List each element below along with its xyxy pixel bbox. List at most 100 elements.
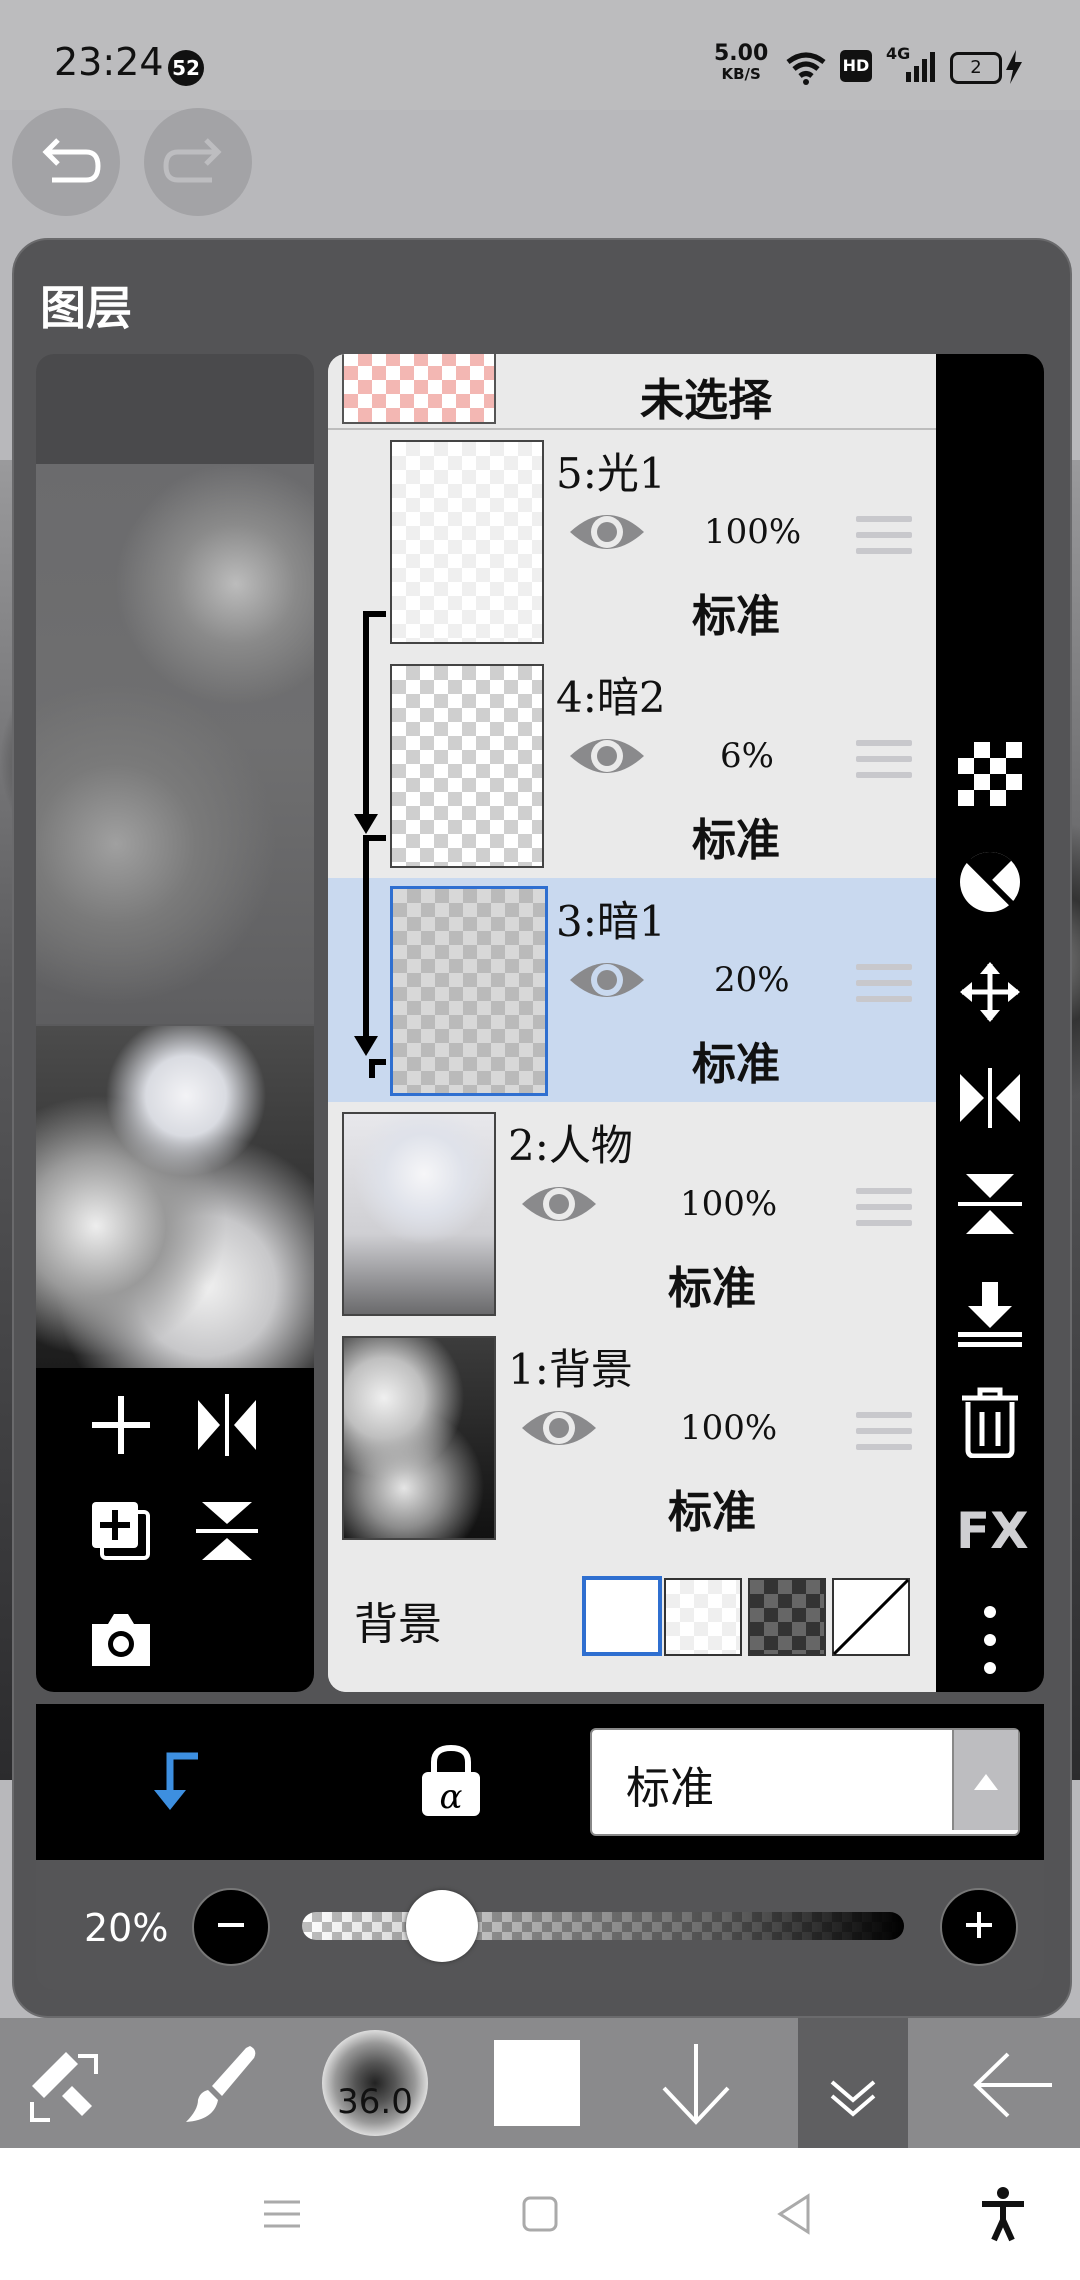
drag-handle-icon[interactable] <box>856 1412 912 1460</box>
duplicate-layer-icon[interactable] <box>86 1496 156 1566</box>
layer-opacity: 100% <box>680 1184 778 1224</box>
clipping-arrows <box>354 611 386 1078</box>
svg-text:α: α <box>440 1777 463 1817</box>
clipping-toggle-icon[interactable] <box>140 1746 210 1816</box>
layer-blend-mode: 标准 <box>692 815 780 866</box>
layer-thumbnail <box>342 1112 496 1316</box>
layer-list[interactable]: 未选择 5:光1 100% 标准 4:暗2 6% 标准 3:暗1 20% 标准 … <box>328 354 936 1692</box>
layer-blend-mode: 标准 <box>668 1487 756 1538</box>
color-swatch-button[interactable] <box>494 2040 580 2126</box>
background-label: 背景 <box>354 1599 442 1650</box>
panel-title: 图层 <box>40 281 132 335</box>
blend-mode-value: 标准 <box>626 1763 714 1814</box>
blend-mode-dropdown-button[interactable] <box>952 1730 1018 1830</box>
drag-handle-icon[interactable] <box>856 964 912 1012</box>
layer-row[interactable]: 1:背景 100% 标准 <box>328 1326 936 1552</box>
accessibility-icon[interactable] <box>978 2186 1028 2242</box>
background-white-swatch[interactable] <box>582 1576 662 1656</box>
transparency-lock-icon[interactable] <box>956 740 1024 808</box>
more-options-icon[interactable] <box>956 1604 1024 1676</box>
opacity-slider-thumb[interactable] <box>406 1890 479 1962</box>
layer-row-selected[interactable]: 3:暗1 20% 标准 <box>328 878 936 1104</box>
visibility-eye-icon[interactable] <box>566 952 648 1008</box>
add-layer-icon[interactable] <box>86 1390 156 1460</box>
background-dark-swatch[interactable] <box>748 1578 826 1656</box>
background-transparent-swatch[interactable] <box>664 1578 742 1656</box>
layer-name: 未选择 <box>640 375 772 426</box>
drag-handle-icon[interactable] <box>856 1188 912 1236</box>
status-time: 23:24 <box>54 40 164 84</box>
layers-button[interactable] <box>798 2018 908 2148</box>
camera-icon[interactable] <box>86 1604 156 1674</box>
layer-name: 4:暗2 <box>556 673 666 722</box>
menu-icon[interactable] <box>262 2194 302 2234</box>
visibility-eye-icon[interactable] <box>566 728 648 784</box>
preview-layer-image <box>36 464 314 1024</box>
redo-button[interactable] <box>144 108 252 216</box>
flip-horizontal-icon[interactable] <box>192 1390 262 1460</box>
opacity-decrease-button[interactable] <box>192 1888 270 1966</box>
layer-row[interactable]: 4:暗2 6% 标准 <box>328 654 936 880</box>
flip-vertical-icon[interactable] <box>956 1170 1024 1238</box>
layer-row-unselected[interactable]: 未选择 <box>328 354 936 430</box>
triangle-up-icon <box>974 1774 998 1790</box>
drag-handle-icon[interactable] <box>856 516 912 564</box>
brush-tool-icon[interactable] <box>178 2040 268 2130</box>
layer-opacity: 100% <box>704 512 802 552</box>
visibility-eye-icon[interactable] <box>566 504 648 560</box>
layer-thumbnail <box>390 440 544 644</box>
opacity-increase-button[interactable] <box>940 1888 1018 1966</box>
network-speed-value: 5.00 <box>714 41 769 66</box>
visibility-eye-icon[interactable] <box>518 1400 600 1456</box>
minus-icon <box>218 1923 244 1927</box>
delete-layer-icon[interactable] <box>956 1386 1024 1458</box>
network-speed: 5.00 KB/S <box>714 41 769 84</box>
back-icon[interactable] <box>774 2192 814 2236</box>
layer-row[interactable]: 5:光1 100% 标准 <box>328 430 936 656</box>
preview-header <box>36 354 314 464</box>
layer-name: 1:背景 <box>508 1345 633 1394</box>
background-none-swatch[interactable] <box>832 1578 910 1656</box>
merge-down-icon[interactable] <box>956 1280 1024 1348</box>
layer-actions <box>36 1368 314 1692</box>
layer-name: 3:暗1 <box>556 897 666 946</box>
layer-thumbnail <box>342 354 496 424</box>
hd-icon: HD <box>840 50 872 82</box>
background-row: 背景 <box>328 1550 936 1692</box>
undo-button[interactable] <box>12 108 120 216</box>
home-icon[interactable] <box>520 2194 560 2234</box>
layer-blend-mode: 标准 <box>692 1039 780 1090</box>
brush-size-value: 36.0 <box>337 2082 413 2122</box>
plus-icon <box>966 1912 992 1938</box>
layer-row[interactable]: 2:人物 100% 标准 <box>328 1102 936 1328</box>
flip-vertical-icon[interactable] <box>192 1496 262 1566</box>
network-speed-unit: KB/S <box>721 65 761 83</box>
layer-opacity: 6% <box>720 736 774 776</box>
alpha-lock-icon[interactable]: α <box>416 1742 486 1818</box>
cell-signal-icon <box>906 52 935 82</box>
layer-name: 5:光1 <box>556 449 666 498</box>
wifi-icon <box>786 52 826 85</box>
arrow-down-icon[interactable] <box>656 2040 736 2130</box>
layer-opacity: 100% <box>680 1408 778 1448</box>
transform-tool-icon[interactable] <box>22 2040 112 2130</box>
flip-horizontal-icon[interactable] <box>956 1064 1024 1132</box>
visibility-eye-icon[interactable] <box>518 1176 600 1232</box>
layer-blend-mode: 标准 <box>692 591 780 642</box>
layer-thumbnail <box>342 1336 496 1540</box>
drag-handle-icon[interactable] <box>856 740 912 788</box>
battery-icon: 2 <box>950 52 1002 84</box>
opacity-slider[interactable] <box>302 1912 904 1940</box>
preview-composite-image <box>36 1026 314 1368</box>
undo-icon <box>42 138 101 183</box>
redo-icon <box>163 138 222 183</box>
back-arrow-icon[interactable] <box>968 2040 1058 2130</box>
double-chevron-down-icon <box>830 2080 876 2117</box>
fx-button[interactable]: FX <box>956 1502 1029 1560</box>
layer-thumbnail <box>390 886 548 1096</box>
move-icon[interactable] <box>956 958 1024 1026</box>
opacity-value: 20% <box>84 1906 169 1950</box>
clipping-icon[interactable] <box>956 848 1024 916</box>
notification-badge: 52 <box>168 50 204 86</box>
battery-level: 2 <box>970 57 982 78</box>
